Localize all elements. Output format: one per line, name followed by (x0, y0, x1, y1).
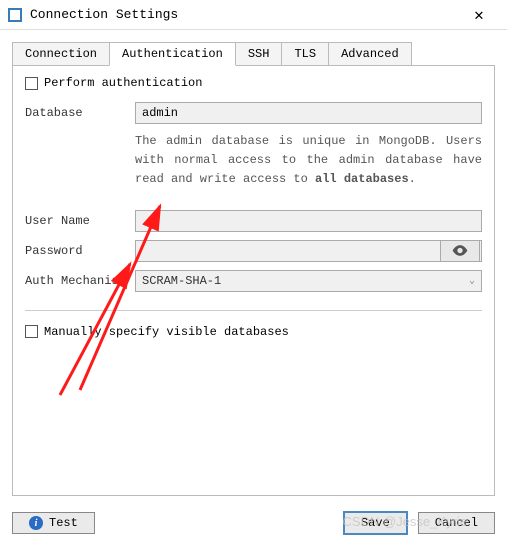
app-icon (8, 8, 22, 22)
tab-authentication[interactable]: Authentication (109, 42, 236, 66)
eye-icon (452, 245, 468, 256)
password-input[interactable] (135, 240, 482, 262)
perform-auth-checkbox[interactable] (25, 77, 38, 90)
perform-auth-label: Perform authentication (44, 76, 202, 90)
watermark: CSDN @Jesse_Kyrie (343, 514, 467, 529)
mechanism-label: Auth Mechanism (25, 274, 135, 288)
password-label: Password (25, 244, 135, 258)
manual-db-label: Manually specify visible databases (44, 325, 289, 339)
show-password-button[interactable] (440, 240, 480, 262)
database-input[interactable] (135, 102, 482, 124)
close-icon[interactable]: ✕ (459, 5, 499, 25)
tab-advanced[interactable]: Advanced (328, 42, 412, 65)
mechanism-select[interactable]: SCRAM-SHA-1 ⌄ (135, 270, 482, 292)
chevron-down-icon: ⌄ (469, 275, 475, 287)
username-input[interactable] (135, 210, 482, 232)
separator (25, 310, 482, 311)
manual-db-checkbox[interactable] (25, 325, 38, 338)
info-icon: i (29, 516, 43, 530)
tabs: Connection Authentication SSH TLS Advanc… (12, 42, 495, 66)
window-title: Connection Settings (30, 7, 459, 22)
database-label: Database (25, 106, 135, 120)
test-button[interactable]: i Test (12, 512, 95, 534)
database-help: The admin database is unique in MongoDB.… (135, 132, 482, 190)
tab-ssh[interactable]: SSH (235, 42, 283, 65)
mechanism-value: SCRAM-SHA-1 (142, 274, 221, 288)
tabpanel-authentication: Perform authentication Database The admi… (12, 66, 495, 496)
dialog-body: Connection Authentication SSH TLS Advanc… (0, 30, 507, 508)
tab-connection[interactable]: Connection (12, 42, 110, 65)
titlebar: Connection Settings ✕ (0, 0, 507, 30)
username-label: User Name (25, 214, 135, 228)
tab-tls[interactable]: TLS (281, 42, 329, 65)
